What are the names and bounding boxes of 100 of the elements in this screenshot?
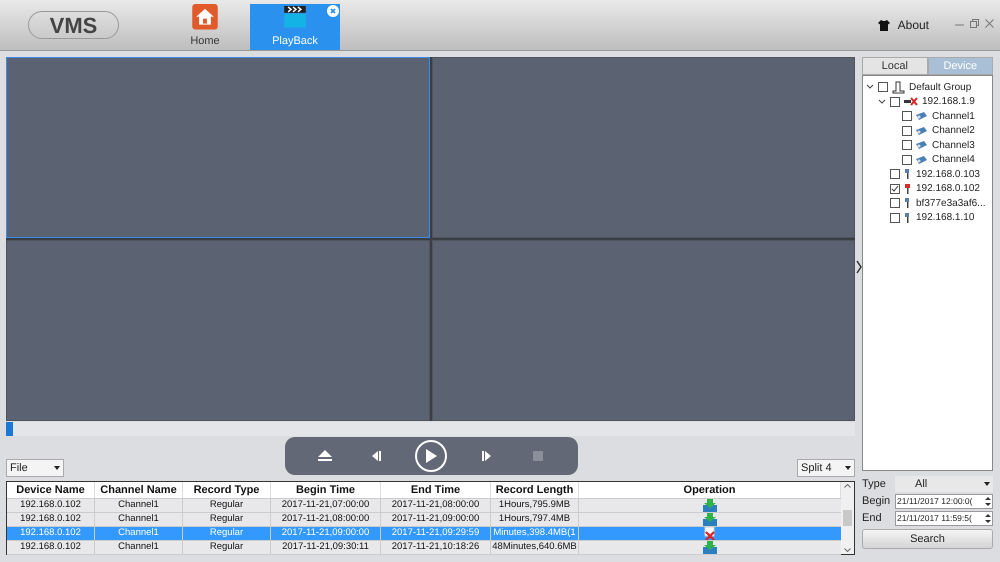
- broken-file-icon[interactable]: [704, 527, 716, 540]
- tree-item-label[interactable]: Channel2: [932, 123, 975, 138]
- table-cell: 2017-11-21,07:00:00: [271, 499, 381, 512]
- split-dropdown[interactable]: Split 4: [797, 459, 855, 477]
- tree-checkbox[interactable]: [890, 96, 900, 107]
- download-icon[interactable]: [703, 541, 717, 554]
- table-cell: Channel1: [95, 513, 183, 526]
- table-cell: Channel1: [95, 527, 183, 540]
- tree-item-label[interactable]: Default Group: [909, 80, 972, 95]
- table-cell: Channel1: [95, 499, 183, 512]
- camera-icon: [916, 126, 928, 135]
- tree-checkbox[interactable]: [902, 140, 912, 150]
- table-cell: Channel1: [95, 541, 183, 554]
- tree-item-label[interactable]: 192.168.0.103: [916, 166, 980, 182]
- tree-checkbox[interactable]: [890, 169, 900, 180]
- nav-tab[interactable]: Home: [160, 4, 250, 50]
- caret-icon: [845, 466, 851, 470]
- table-cell: 2017-11-21,09:00:00: [381, 513, 491, 526]
- date-label: End: [862, 510, 883, 526]
- column-header[interactable]: Device Name: [7, 482, 95, 498]
- close-icon[interactable]: [327, 5, 339, 17]
- mode-dropdown[interactable]: File: [6, 459, 64, 477]
- clapperboard-icon: [282, 4, 308, 30]
- download-icon[interactable]: [703, 499, 717, 512]
- about-button[interactable]: About: [878, 0, 929, 50]
- scrollbar-thumb[interactable]: [843, 510, 852, 526]
- table-cell: 2017-11-21,10:18:26: [381, 541, 491, 554]
- table-cell: 2017-11-21,08:00:00: [381, 499, 491, 512]
- caret-icon: [984, 482, 990, 486]
- step-back-icon: [370, 450, 382, 462]
- device-icon: [904, 169, 912, 180]
- spinner-icon[interactable]: [984, 494, 992, 508]
- table-cell: 1Hours,797.4MB: [491, 513, 579, 526]
- camera-icon: [916, 156, 928, 164]
- download-icon[interactable]: [703, 513, 717, 526]
- table-cell: 2017-11-21,08:00:00: [271, 513, 381, 526]
- table-cell: 2017-11-21,09:29:59: [381, 527, 491, 540]
- restore-icon[interactable]: [970, 19, 979, 28]
- eject-icon: [318, 450, 332, 462]
- expand-caret-icon[interactable]: [878, 98, 886, 105]
- tree-checkbox[interactable]: [878, 82, 888, 92]
- tree-item-label[interactable]: bf377e3a3af6...: [916, 196, 986, 211]
- scroll-up-icon[interactable]: [844, 484, 851, 488]
- tree-checkbox[interactable]: [890, 198, 900, 208]
- scrollbar[interactable]: [841, 482, 854, 554]
- table-row[interactable]: 192.168.0.102 Channel1 Regular 2017-11-21,09:30:11 2017-11-21,10:18:26 48Minutes,640.6MB: [7, 541, 841, 555]
- column-header[interactable]: End Time: [381, 482, 491, 498]
- type-dropdown[interactable]: All: [895, 476, 993, 492]
- date-time-field[interactable]: 21/11/2017 12:00:0(: [895, 494, 993, 508]
- column-header[interactable]: Begin Time: [271, 482, 381, 498]
- table-cell: 192.168.0.102: [7, 513, 95, 526]
- close-icon[interactable]: [985, 19, 994, 28]
- caret-icon: [54, 466, 60, 470]
- app-logo: VMS: [28, 11, 119, 39]
- tree-item-label[interactable]: Channel3: [932, 138, 975, 153]
- column-header[interactable]: Record Length: [491, 482, 579, 498]
- tree-item-label[interactable]: Channel4: [932, 152, 975, 168]
- table-cell: Regular: [183, 513, 271, 526]
- table-cell: 2017-11-21,09:30:11: [271, 541, 381, 554]
- table-cell: 1Hours,795.9MB: [491, 499, 579, 512]
- table-cell: Regular: [183, 499, 271, 512]
- step-forward-icon: [480, 450, 493, 462]
- spinner-icon[interactable]: [984, 512, 992, 524]
- table-cell: Minutes,398.4MB(1: [491, 527, 579, 540]
- disconnected-device-icon: [904, 97, 918, 106]
- stop-icon: [533, 451, 544, 461]
- play-icon: [425, 449, 438, 463]
- table-cell: Regular: [183, 541, 271, 554]
- table-cell: 192.168.0.102: [7, 541, 95, 554]
- expand-caret-icon[interactable]: [866, 84, 874, 90]
- timeline-track[interactable]: [6, 422, 855, 436]
- table-cell: 192.168.0.102: [7, 527, 95, 540]
- tshirt-icon: [878, 20, 890, 30]
- tree-item-label[interactable]: 192.168.0.102: [916, 181, 980, 196]
- column-header[interactable]: Record Type: [183, 482, 271, 498]
- tree-checkbox[interactable]: [902, 154, 912, 165]
- table-row[interactable]: 192.168.0.102 Channel1 Regular 2017-11-21,08:00:00 2017-11-21,09:00:00 1Hours,797.4MB: [7, 513, 841, 527]
- tree-item-label[interactable]: 192.168.1.10: [916, 210, 974, 226]
- column-header[interactable]: Channel Name: [95, 482, 183, 498]
- camera-icon: [916, 141, 928, 150]
- date-time-field[interactable]: 21/11/2017 11:59:5(: [895, 510, 993, 526]
- sidebar-tab[interactable]: Local: [862, 57, 928, 75]
- tree-item-label[interactable]: 192.168.1.9: [922, 94, 975, 110]
- tree-checkbox[interactable]: [902, 111, 912, 122]
- alarm-device-icon: [904, 184, 912, 194]
- device-icon: [904, 212, 912, 223]
- scroll-down-icon[interactable]: [844, 548, 851, 552]
- tree-item-label[interactable]: Channel1: [932, 108, 975, 124]
- date-label: Begin: [862, 494, 892, 509]
- tree-checkbox[interactable]: [890, 212, 900, 223]
- tree-checkbox[interactable]: [902, 126, 912, 136]
- play-button[interactable]: [415, 440, 448, 472]
- camera-icon: [916, 112, 928, 120]
- device-icon: [904, 198, 912, 208]
- home-icon: [192, 4, 218, 30]
- table-cell: 2017-11-21,09:00:00: [271, 527, 381, 540]
- tree-checkbox[interactable]: [890, 184, 900, 194]
- table-cell: 48Minutes,640.6MB: [491, 541, 579, 554]
- table-row[interactable]: 192.168.0.102 Channel1 Regular 2017-11-21,07:00:00 2017-11-21,08:00:00 1Hours,795.9MB: [7, 499, 841, 513]
- search-button[interactable]: Search: [862, 529, 993, 549]
